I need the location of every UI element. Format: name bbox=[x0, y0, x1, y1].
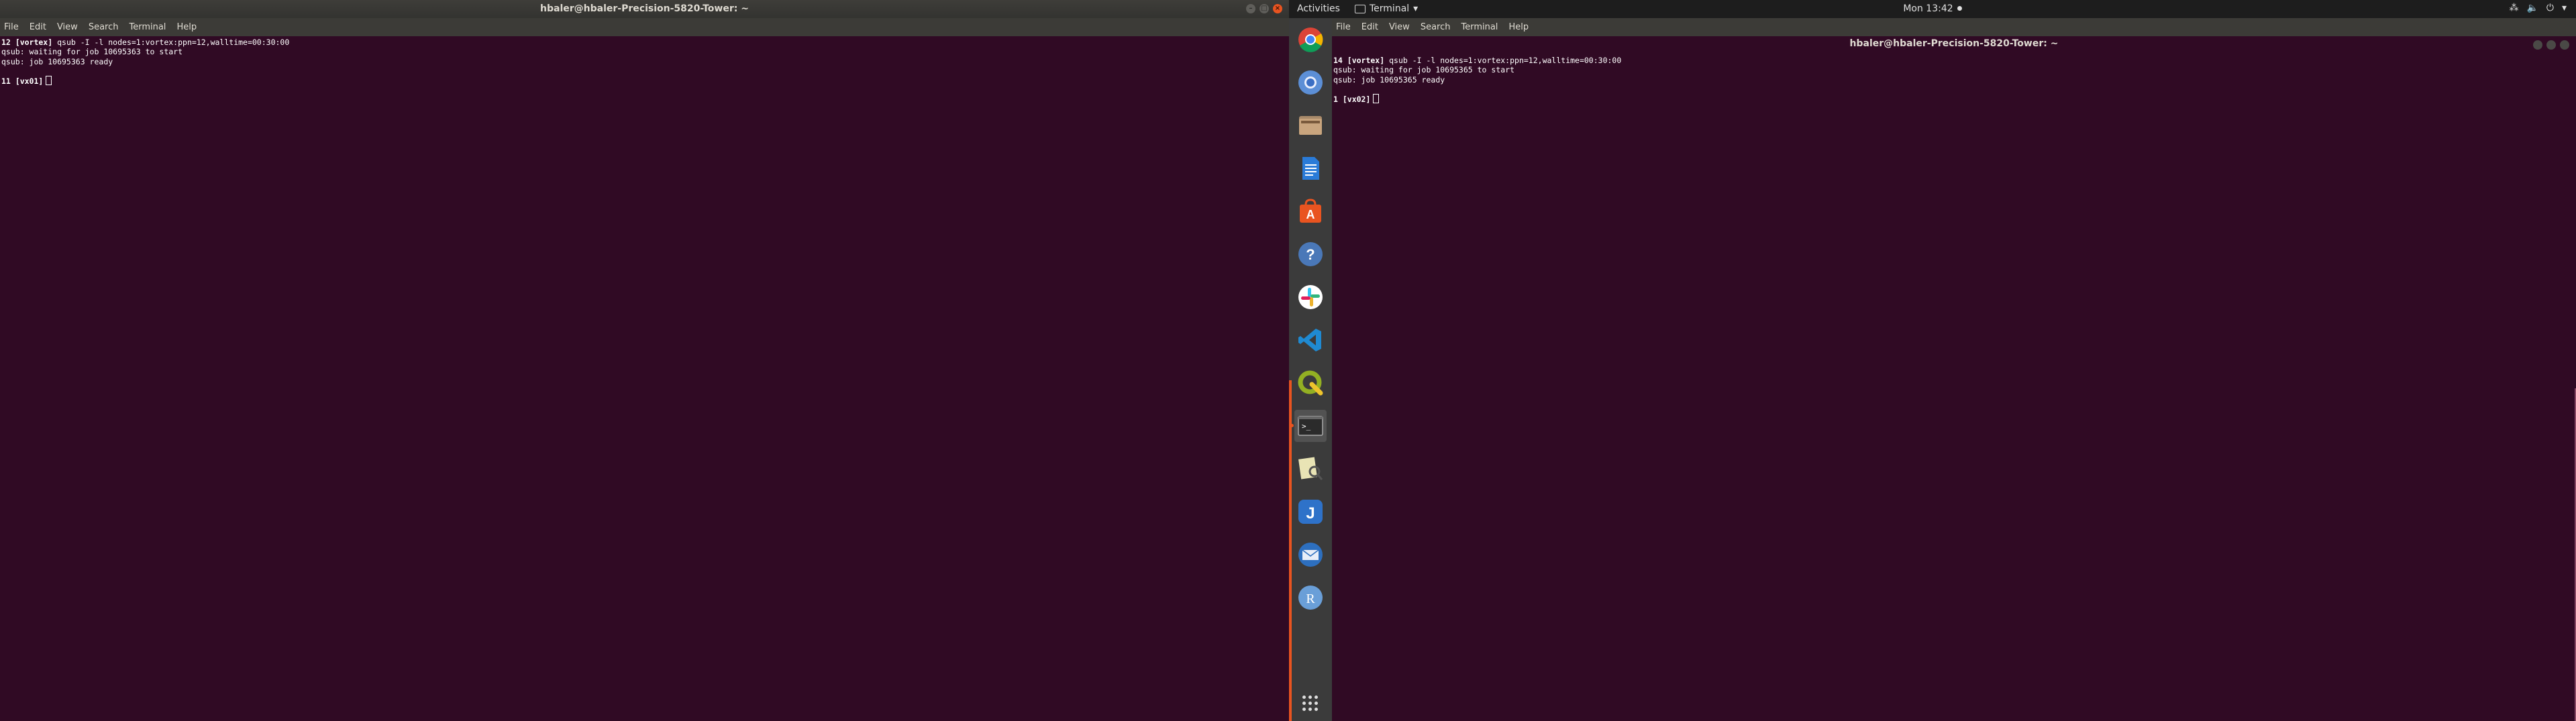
menu-search[interactable]: Search bbox=[1421, 22, 1451, 32]
prompt: 11 [vx01] bbox=[1, 76, 44, 87]
minimize-button[interactable]: – bbox=[1246, 4, 1255, 13]
menu-file[interactable]: File bbox=[1336, 22, 1351, 32]
maximize-button[interactable]: □ bbox=[1259, 4, 1269, 13]
terminal-line: 14 [vortex] qsub -I -l nodes=1:vortex:pp… bbox=[1333, 56, 1622, 65]
terminal-window-left: hbaler@hbaler-Precision-5820-Tower: ~ – … bbox=[0, 0, 1289, 721]
system-tray[interactable]: ⁂ 🔈 ⏻ ▾ bbox=[2509, 3, 2567, 13]
running-indicator bbox=[1290, 424, 1294, 427]
prompt: 12 [vortex] bbox=[1, 38, 53, 47]
mail-icon[interactable] bbox=[1294, 539, 1327, 571]
show-applications-icon[interactable] bbox=[1302, 696, 1319, 712]
close-button[interactable]: × bbox=[1273, 4, 1282, 13]
titlebar-left[interactable]: hbaler@hbaler-Precision-5820-Tower: ~ – … bbox=[0, 0, 1289, 18]
terminal-window-right: File Edit View Search Terminal Help hbal… bbox=[1332, 18, 2576, 721]
menubar-left: File Edit View Search Terminal Help bbox=[0, 18, 1289, 36]
window-title: hbaler@hbaler-Precision-5820-Tower: ~ bbox=[540, 3, 749, 14]
slack-icon[interactable] bbox=[1294, 281, 1327, 313]
svg-text:R: R bbox=[1306, 592, 1315, 606]
menubar-right: File Edit View Search Terminal Help bbox=[1332, 18, 2576, 36]
power-icon: ⏻ bbox=[2546, 3, 2554, 13]
chromium-icon[interactable] bbox=[1294, 66, 1327, 99]
document-viewer-icon[interactable] bbox=[1294, 453, 1327, 485]
close-button[interactable] bbox=[2560, 40, 2569, 50]
terminal-line: qsub: job 10695365 ready bbox=[1333, 74, 1445, 85]
terminal-line: qsub: job 10695363 ready bbox=[1, 56, 113, 66]
clock[interactable]: Mon 13:42 bbox=[1289, 3, 2576, 14]
software-center-icon[interactable]: A bbox=[1294, 195, 1327, 227]
menu-search[interactable]: Search bbox=[89, 22, 119, 32]
text-cursor bbox=[1373, 94, 1380, 104]
menu-edit[interactable]: Edit bbox=[30, 22, 46, 32]
menu-help[interactable]: Help bbox=[1508, 22, 1529, 32]
network-icon: ⁂ bbox=[2509, 3, 2519, 13]
terminal-output-right[interactable]: 14 [vortex] qsub -I -l nodes=1:vortex:pp… bbox=[1332, 54, 2576, 721]
menu-help[interactable]: Help bbox=[176, 22, 197, 32]
menu-view[interactable]: View bbox=[57, 22, 78, 32]
dock: A ? >_ J R bbox=[1289, 18, 1332, 721]
terminal-line: 12 [vortex] qsub -I -l nodes=1:vortex:pp… bbox=[1, 38, 290, 47]
menu-terminal[interactable]: Terminal bbox=[129, 22, 166, 32]
terminal-icon[interactable]: >_ bbox=[1290, 410, 1327, 442]
chevron-down-icon: ▾ bbox=[2561, 3, 2567, 13]
qgis-icon[interactable] bbox=[1294, 367, 1327, 399]
svg-text:J: J bbox=[1306, 504, 1315, 522]
menu-terminal[interactable]: Terminal bbox=[1461, 22, 1498, 32]
chrome-icon[interactable] bbox=[1294, 23, 1327, 56]
menu-file[interactable]: File bbox=[4, 22, 19, 32]
terminal-line: ​ bbox=[1333, 85, 2575, 94]
terminal-output-left[interactable]: 12 [vortex] qsub -I -l nodes=1:vortex:pp… bbox=[0, 36, 1289, 721]
help-icon[interactable]: ? bbox=[1294, 238, 1327, 270]
notification-dot bbox=[1957, 6, 1962, 11]
volume-icon: 🔈 bbox=[2526, 3, 2538, 13]
maximize-button[interactable] bbox=[2546, 40, 2556, 50]
minimize-button[interactable] bbox=[2533, 40, 2542, 50]
document-icon[interactable] bbox=[1294, 152, 1327, 184]
terminal-line: 11 [vx01] bbox=[1, 76, 1288, 86]
svg-text:>_: >_ bbox=[1302, 422, 1311, 431]
svg-text:?: ? bbox=[1306, 246, 1315, 263]
window-title: hbaler@hbaler-Precision-5820-Tower: ~ bbox=[1849, 38, 2059, 49]
terminal-line: qsub: waiting for job 10695365 to start bbox=[1333, 65, 1515, 75]
r-icon[interactable]: R bbox=[1294, 581, 1327, 614]
jabref-icon[interactable]: J bbox=[1294, 496, 1327, 528]
terminal-line: ​ bbox=[1, 66, 1288, 76]
accent-bar bbox=[1289, 380, 1292, 721]
vscode-icon[interactable] bbox=[1294, 324, 1327, 356]
menu-edit[interactable]: Edit bbox=[1361, 22, 1378, 32]
prompt: 1 [vx02] bbox=[1333, 95, 1371, 105]
text-cursor bbox=[46, 76, 52, 86]
terminal-line: 1 [vx02] bbox=[1333, 94, 2575, 104]
top-panel: Activities Terminal ▾ Mon 13:42 ⁂ 🔈 ⏻ ▾ bbox=[1289, 0, 2576, 18]
files-icon[interactable] bbox=[1294, 109, 1327, 142]
prompt: 14 [vortex] bbox=[1333, 56, 1385, 65]
menu-view[interactable]: View bbox=[1389, 22, 1410, 32]
terminal-line: qsub: waiting for job 10695363 to start bbox=[1, 47, 183, 57]
svg-text:A: A bbox=[1306, 208, 1315, 221]
